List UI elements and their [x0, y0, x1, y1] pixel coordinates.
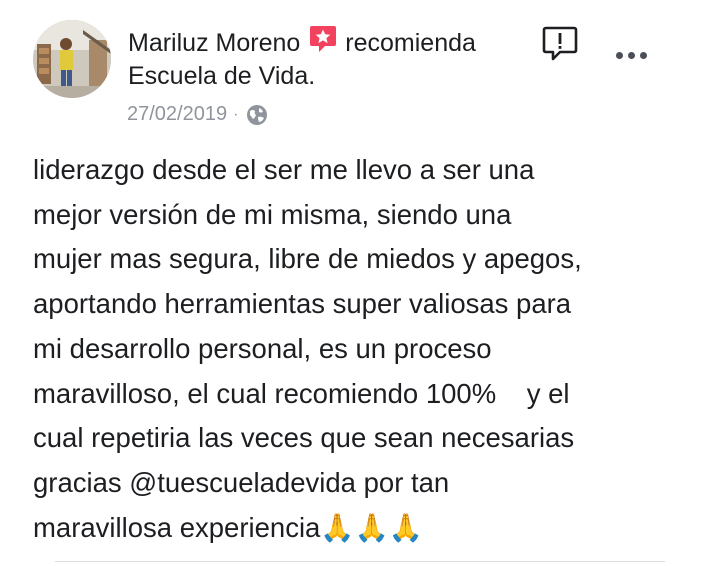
post-text-line: maravillosa experiencia🙏🙏🙏 [33, 511, 424, 543]
action-text: recomienda [345, 28, 476, 57]
more-options-icon[interactable] [616, 52, 647, 59]
more-dot [616, 52, 623, 59]
more-dot [628, 52, 635, 59]
author-name[interactable]: Mariluz Moreno [128, 29, 300, 58]
page-name[interactable]: Escuela de Vida. [128, 62, 315, 91]
more-dot [640, 52, 647, 59]
post-text-line: mi desarrollo personal, es un proceso [33, 332, 492, 364]
globe-icon [246, 104, 268, 126]
post-text-line: maravilloso, el cual recomiendo 100% y e… [33, 377, 570, 409]
meta-separator: · [233, 105, 239, 123]
report-icon[interactable] [540, 24, 580, 64]
post-text-line: cual repetiria las veces que sean necesa… [33, 422, 575, 454]
post-text-line: mujer mas segura, libre de miedos y apeg… [33, 243, 582, 275]
post-text-line: gracias @tuescueladevida por tan [33, 466, 450, 498]
post-meta: 27/02/2019 · [127, 103, 268, 126]
post-text-line: liderazgo desde el ser me llevo a ser un… [33, 154, 535, 185]
divider [55, 561, 665, 562]
post-text-line: aportando herramientas super valiosas pa… [33, 288, 572, 320]
post-date[interactable]: 27/02/2019 [127, 103, 227, 126]
post-text-line: mejor versión de mi misma, siendo una [33, 198, 512, 230]
post-body: liderazgo desde el ser me llevo a ser un… [33, 148, 713, 550]
recommend-badge-icon [308, 24, 338, 54]
avatar-photo [33, 20, 111, 98]
post-header: Mariluz Moreno recomienda [128, 26, 476, 60]
avatar[interactable] [33, 20, 111, 98]
